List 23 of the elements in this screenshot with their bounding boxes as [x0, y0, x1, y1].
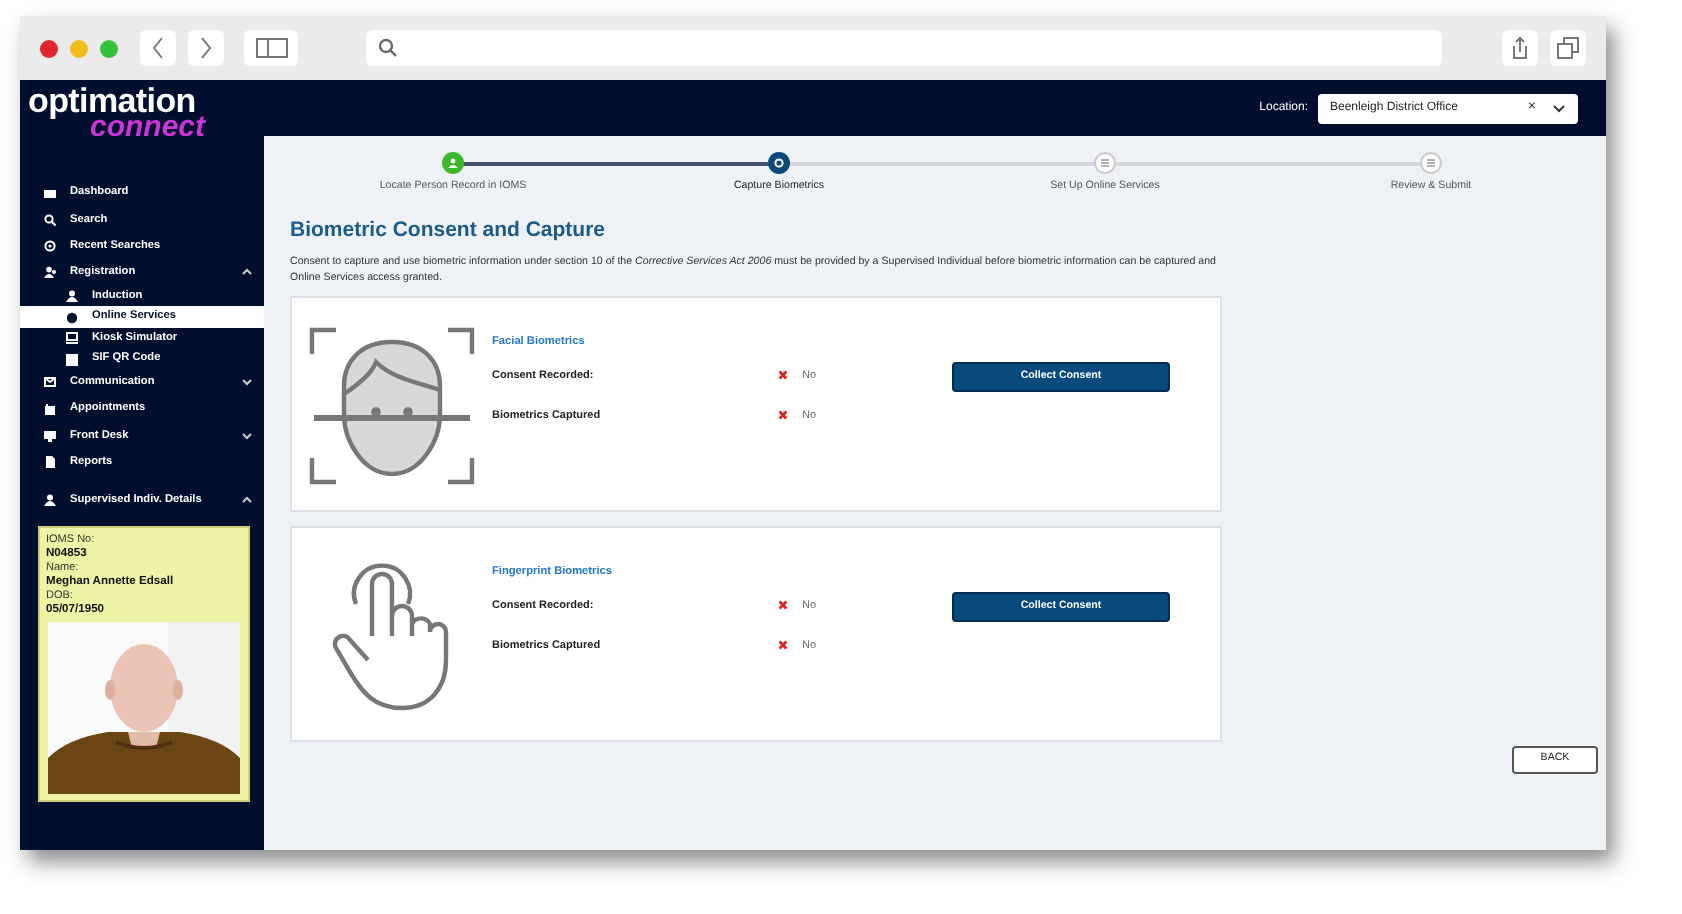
laptop-icon [66, 332, 78, 344]
person-icon [66, 290, 78, 302]
search-icon [378, 38, 398, 58]
close-window-dot[interactable] [40, 39, 58, 57]
document-icon [44, 455, 56, 468]
tabs-icon[interactable] [1550, 30, 1586, 66]
forward-icon[interactable] [188, 30, 224, 66]
minimize-window-dot[interactable] [70, 39, 88, 57]
search-icon [44, 213, 56, 226]
share-icon[interactable] [1502, 30, 1538, 66]
page-heading: Biometric Consent and Capture [290, 218, 608, 244]
person-add-icon [44, 266, 56, 279]
monitor-icon [44, 429, 56, 442]
maximize-window-dot[interactable] [100, 39, 118, 57]
face-scan-icon [308, 326, 476, 487]
logo: optimation connect [26, 80, 208, 143]
back-icon[interactable] [140, 30, 176, 66]
person-icon [44, 494, 56, 507]
address-field[interactable] [366, 30, 1442, 66]
envelope-icon [44, 376, 56, 389]
dropdown-caret-icon [1552, 103, 1566, 113]
dashboard-icon [44, 187, 56, 200]
sidebar-icon[interactable] [244, 30, 298, 66]
